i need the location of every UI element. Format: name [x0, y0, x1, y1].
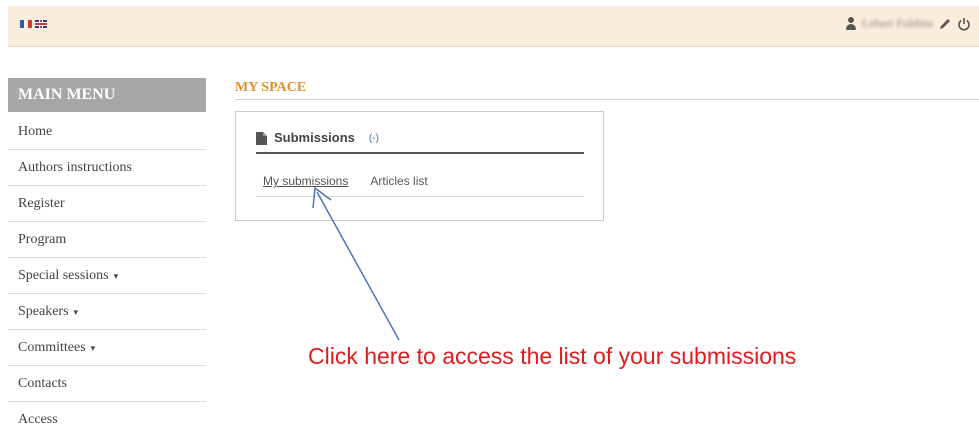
caret-down-icon: ▾: [90, 343, 96, 353]
title-divider: [235, 99, 979, 100]
my-submissions-link[interactable]: My submissions: [263, 174, 348, 196]
menu-item-label: Authors instructions: [18, 160, 132, 175]
user-name[interactable]: Lebert Foldina: [862, 16, 933, 31]
language-switcher: [20, 20, 47, 28]
submissions-panel: Submissions (-) My submissions Articles …: [235, 111, 604, 221]
top-bar: Lebert Foldina: [8, 6, 979, 47]
caret-down-icon: ▾: [113, 271, 119, 281]
menu-item-program[interactable]: Program: [8, 222, 206, 258]
menu-item-label: Contacts: [18, 376, 67, 391]
menu-item-label: Home: [18, 124, 53, 139]
document-icon: [256, 132, 267, 145]
caret-down-icon: ▾: [73, 307, 79, 317]
menu-item-label: Register: [18, 196, 65, 211]
menu-item-speakers[interactable]: Speakers ▾: [8, 294, 206, 330]
panel-title: Submissions: [274, 130, 355, 145]
main-menu-header: MAIN MENU: [8, 78, 206, 112]
annotation-text: Click here to access the list of your su…: [308, 343, 797, 369]
flag-uk-icon[interactable]: [35, 20, 47, 28]
page-title: MY SPACE: [235, 80, 307, 95]
user-area: Lebert Foldina: [845, 16, 971, 31]
menu-item-access[interactable]: Access: [8, 402, 206, 438]
main-menu: Home Authors instructions Register Progr…: [8, 114, 206, 438]
menu-item-home[interactable]: Home: [8, 114, 206, 150]
flag-fr-icon[interactable]: [20, 20, 32, 28]
power-icon[interactable]: [957, 17, 971, 31]
menu-item-register[interactable]: Register: [8, 186, 206, 222]
menu-item-authors-instructions[interactable]: Authors instructions: [8, 150, 206, 186]
user-icon: [845, 16, 857, 31]
menu-item-label: Committees: [18, 340, 86, 355]
collapse-toggle[interactable]: (-): [369, 133, 379, 144]
panel-links: My submissions Articles list: [256, 174, 584, 197]
menu-item-committees[interactable]: Committees ▾: [8, 330, 206, 366]
pencil-icon[interactable]: [938, 17, 952, 31]
menu-item-label: Program: [18, 232, 67, 247]
menu-item-label: Special sessions: [18, 268, 109, 283]
menu-item-label: Access: [18, 412, 58, 427]
articles-list-link[interactable]: Articles list: [370, 174, 427, 196]
menu-item-label: Speakers: [18, 304, 69, 319]
panel-header: Submissions (-): [256, 130, 584, 154]
menu-item-contacts[interactable]: Contacts: [8, 366, 206, 402]
menu-item-special-sessions[interactable]: Special sessions ▾: [8, 258, 206, 294]
